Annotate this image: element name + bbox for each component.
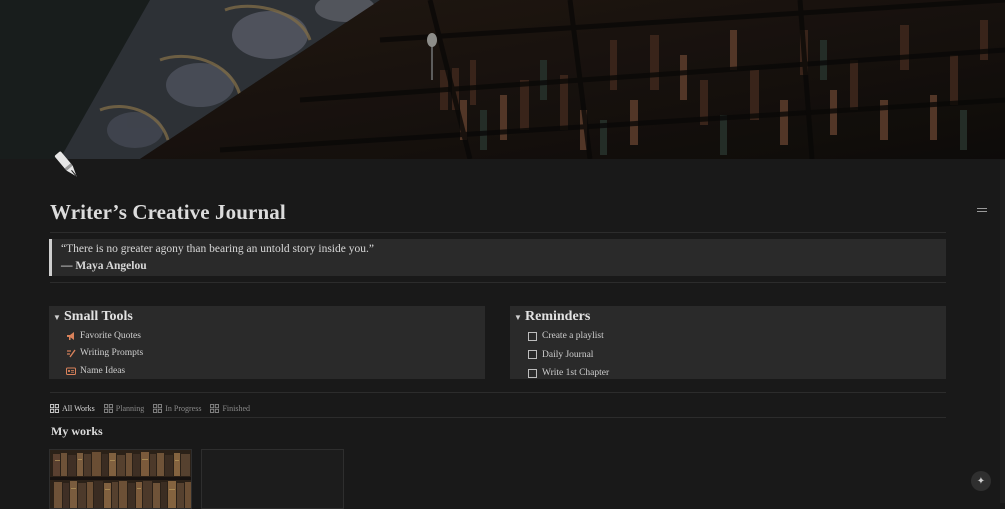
cover-image (0, 0, 1005, 159)
toggle-triangle-icon[interactable]: ▼ (53, 313, 63, 322)
tab-all-works[interactable]: All Works (50, 400, 97, 418)
todo-label[interactable]: Create a playlist (542, 331, 604, 341)
tool-label: Writing Prompts (80, 348, 144, 359)
tool-name-ideas[interactable]: Name Ideas (49, 362, 485, 380)
todo-checkbox[interactable] (528, 350, 537, 360)
divider (50, 232, 946, 233)
tool-writing-prompts[interactable]: Writing Prompts (49, 345, 485, 363)
tab-label: Finished (222, 403, 250, 413)
sparkle-help-button[interactable]: ✦ (971, 471, 991, 491)
todo-item: Write 1st Chapter (510, 364, 946, 383)
gallery-grid-icon (210, 403, 220, 413)
quote-block[interactable]: “There is no greater agony than bearing … (49, 239, 946, 276)
page-title[interactable]: Writer’s Creative Journal (50, 200, 286, 225)
tool-label: Favorite Quotes (80, 330, 141, 341)
tool-label: Name Ideas (80, 365, 126, 376)
tab-label: Planning (115, 403, 145, 413)
small-tools-title: Small Tools (64, 309, 133, 324)
todo-item: Create a playlist (510, 327, 946, 346)
toggle-triangle-icon[interactable]: ▼ (514, 313, 524, 322)
view-tabs: All Works Planning In Progress Finished (50, 400, 259, 418)
quote-author: — Maya Angelou (61, 260, 147, 272)
fountain-pen-icon[interactable] (48, 146, 86, 184)
todo-checkbox[interactable] (528, 331, 537, 341)
reminders-toggle[interactable]: ▼ Reminders Create a playlist Daily Jour… (510, 306, 946, 379)
pen-lines-icon (66, 348, 76, 358)
todo-checkbox[interactable] (528, 368, 537, 378)
todo-label[interactable]: Daily Journal (542, 350, 593, 360)
tabs-divider (50, 417, 946, 418)
gallery-card[interactable] (201, 449, 344, 509)
small-tools-toggle[interactable]: ▼ Small Tools Favorite Quotes Writing Pr… (49, 306, 485, 379)
megaphone-icon (66, 331, 76, 341)
table-of-contents-icon[interactable] (977, 208, 987, 216)
gallery-card[interactable] (49, 449, 192, 509)
card-cover-image (50, 450, 191, 508)
gallery-grid-icon (103, 403, 113, 413)
scrollbar-rail[interactable] (1000, 160, 1005, 503)
divider (50, 392, 946, 393)
todo-label[interactable]: Write 1st Chapter (542, 368, 609, 378)
gallery-grid-icon (153, 403, 163, 413)
reminders-title: Reminders (525, 309, 591, 324)
tab-finished[interactable]: Finished (210, 400, 250, 416)
tab-planning[interactable]: Planning (103, 400, 145, 416)
gallery-title[interactable]: My works (51, 424, 103, 439)
todo-item: Daily Journal (510, 346, 946, 365)
id-card-icon (66, 366, 76, 376)
tab-label: In Progress (165, 403, 202, 413)
quote-text: “There is no greater agony than bearing … (61, 243, 374, 255)
tab-in-progress[interactable]: In Progress (153, 400, 201, 416)
divider (50, 282, 946, 283)
gallery-grid-icon (50, 403, 59, 413)
tab-label: All Works (62, 403, 95, 413)
tool-favorite-quotes[interactable]: Favorite Quotes (49, 327, 485, 345)
